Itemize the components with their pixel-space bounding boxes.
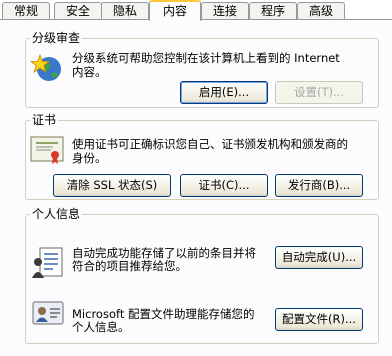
- content-advisor-desc-1: 分级系统可帮助您控制在该计算机上看到的 Internet: [72, 51, 340, 65]
- tab-programs[interactable]: 程序: [249, 2, 297, 19]
- autocomplete-desc-2: 符合的项目推荐给您。: [72, 259, 187, 273]
- autocomplete-form-icon: [32, 247, 63, 278]
- profile-desc-1: Microsoft 配置文件助理能存储您的: [72, 307, 255, 321]
- tab-bar: 常规 安全 隐私 内容 连接 程序 高级: [0, 0, 392, 21]
- autocomplete-button[interactable]: 自动完成(U)...: [275, 246, 363, 269]
- tab-connections[interactable]: 连接: [201, 2, 249, 19]
- certificates-desc-2: 身份。: [72, 151, 107, 165]
- tab-content[interactable]: 内容: [149, 0, 201, 21]
- profile-desc-2: 个人信息。: [72, 320, 130, 334]
- settings-button[interactable]: 设置(T)...: [275, 81, 363, 104]
- certificates-title: 证书: [30, 112, 59, 128]
- profile-button[interactable]: 配置文件(R)...: [275, 308, 363, 331]
- tab-advanced[interactable]: 高级: [297, 2, 345, 19]
- tab-general[interactable]: 常规: [2, 2, 50, 19]
- certificate-icon: [30, 136, 64, 164]
- content-advisor-title: 分级审查: [30, 30, 83, 46]
- certificates-desc-1: 使用证书可正确标识您自己、证书颁发机构和颁发商的: [72, 137, 348, 151]
- clear-ssl-button[interactable]: 清除 SSL 状态(S): [53, 174, 171, 197]
- tab-security[interactable]: 安全: [54, 2, 102, 19]
- tab-privacy[interactable]: 隐私: [101, 2, 149, 19]
- globe-star-icon: [30, 53, 61, 81]
- publishers-button[interactable]: 发行商(B)...: [275, 174, 363, 197]
- content-advisor-desc-2: 内容。: [72, 65, 107, 79]
- personal-info-title: 个人信息: [30, 206, 83, 222]
- enable-button[interactable]: 启用(E)...: [180, 81, 268, 104]
- profile-icon: [32, 301, 64, 325]
- certificates-button[interactable]: 证书(C)...: [180, 174, 268, 197]
- autocomplete-desc-1: 自动完成功能存储了以前的条目并将: [72, 246, 256, 260]
